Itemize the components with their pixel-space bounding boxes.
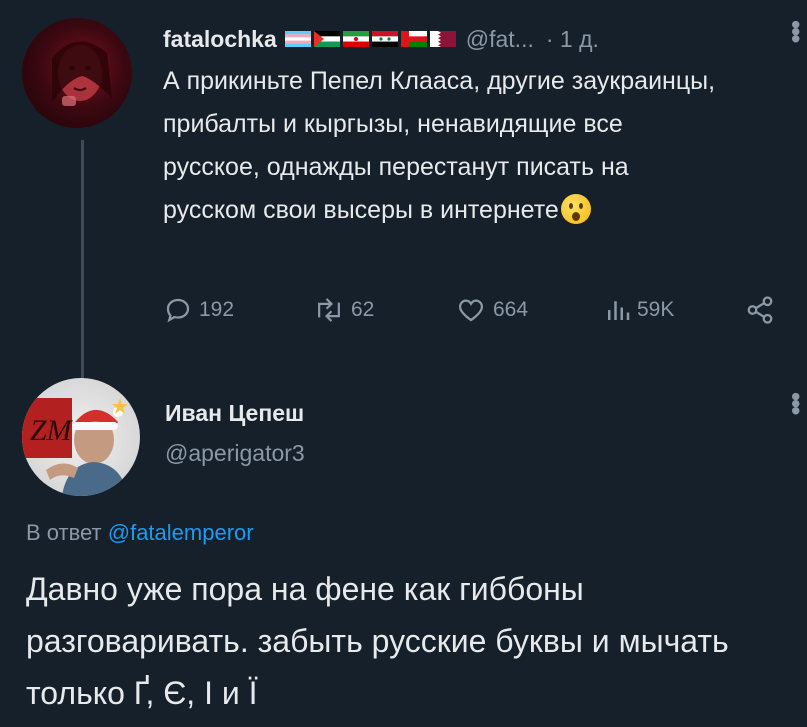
retweet-button[interactable]: 62	[313, 295, 374, 325]
author-handle[interactable]: @fat...	[466, 26, 534, 53]
reply-to-line: В ответ @fatalemperor	[26, 520, 254, 546]
svg-text:ZM: ZM	[30, 414, 74, 447]
tweet-header: fatalochka @fat... · 1 д.	[163, 18, 599, 60]
tweet-text-content: А прикиньте Пепел Клааса, другие заукраи…	[163, 67, 716, 224]
retweet-icon	[318, 298, 340, 322]
author-name[interactable]: fatalochka	[163, 26, 277, 53]
reply-button[interactable]: 192	[163, 295, 234, 325]
syria-flag-icon	[371, 31, 398, 47]
qatar-flag-icon	[429, 31, 456, 47]
reply-icon	[166, 298, 190, 323]
palestine-flag-icon	[313, 31, 340, 47]
view-count: 59K	[637, 298, 675, 321]
reply-count: 192	[199, 298, 235, 321]
views-chart-icon	[608, 301, 630, 320]
tweet-actions: 192 62 664 59K	[163, 295, 783, 331]
tweet-text: Давно уже пора на фене как гиббоны разго…	[26, 571, 729, 711]
avatar-ivan-tsepesh[interactable]: ZM	[22, 378, 140, 496]
views-button[interactable]: 59K	[605, 295, 674, 325]
flag-emoji-group	[284, 31, 456, 47]
tweet-text: А прикиньте Пепел Клааса, другие заукраи…	[163, 60, 723, 232]
avatar-portrait-image	[52, 41, 112, 106]
more-options-icon[interactable]: •••	[780, 392, 807, 413]
transgender-flag-icon	[284, 31, 311, 47]
iran-flag-icon	[342, 31, 369, 47]
author-handle[interactable]: @aperigator3	[165, 440, 305, 467]
oman-flag-icon	[400, 31, 427, 47]
more-options-icon[interactable]: •••	[780, 20, 807, 41]
reply-to-prefix: В ответ	[26, 520, 108, 545]
retweet-count: 62	[351, 298, 375, 321]
avatar-fatalochka[interactable]	[22, 18, 132, 128]
like-count: 664	[493, 298, 529, 321]
hushed-face-emoji-icon	[560, 194, 591, 224]
tweet-time[interactable]: · 1 д.	[546, 26, 599, 53]
author-name[interactable]: Иван Цепеш	[165, 400, 304, 427]
avatar-portrait-image: ZM	[22, 398, 128, 496]
share-button[interactable]	[745, 295, 781, 325]
share-icon	[747, 296, 773, 324]
thread-connector-line	[81, 140, 84, 380]
heart-icon	[458, 299, 484, 322]
reply-to-handle-link[interactable]: @fatalemperor	[108, 520, 254, 545]
like-button[interactable]: 664	[455, 295, 528, 325]
